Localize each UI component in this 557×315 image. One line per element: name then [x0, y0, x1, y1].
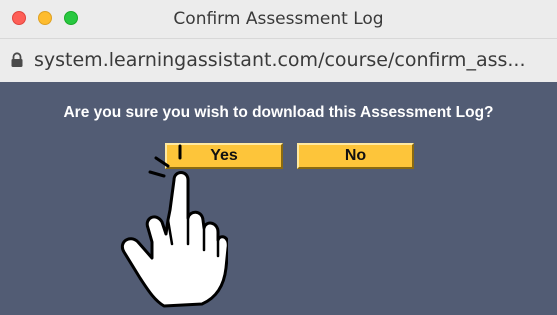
url-text[interactable]: system.learningassistant.com/course/conf…	[34, 39, 549, 82]
no-button[interactable]: No	[297, 143, 414, 169]
lock-icon	[11, 52, 23, 67]
hand-pointer-cursor-icon	[121, 144, 228, 308]
window-title: Confirm Assessment Log	[173, 9, 384, 29]
title-bar: Confirm Assessment Log	[0, 0, 557, 38]
address-bar[interactable]: system.learningassistant.com/course/conf…	[0, 38, 557, 82]
dialog-content: Are you sure you wish to download this A…	[0, 82, 557, 315]
confirm-question: Are you sure you wish to download this A…	[63, 104, 494, 121]
browser-window: Confirm Assessment Log system.learningas…	[0, 0, 557, 315]
